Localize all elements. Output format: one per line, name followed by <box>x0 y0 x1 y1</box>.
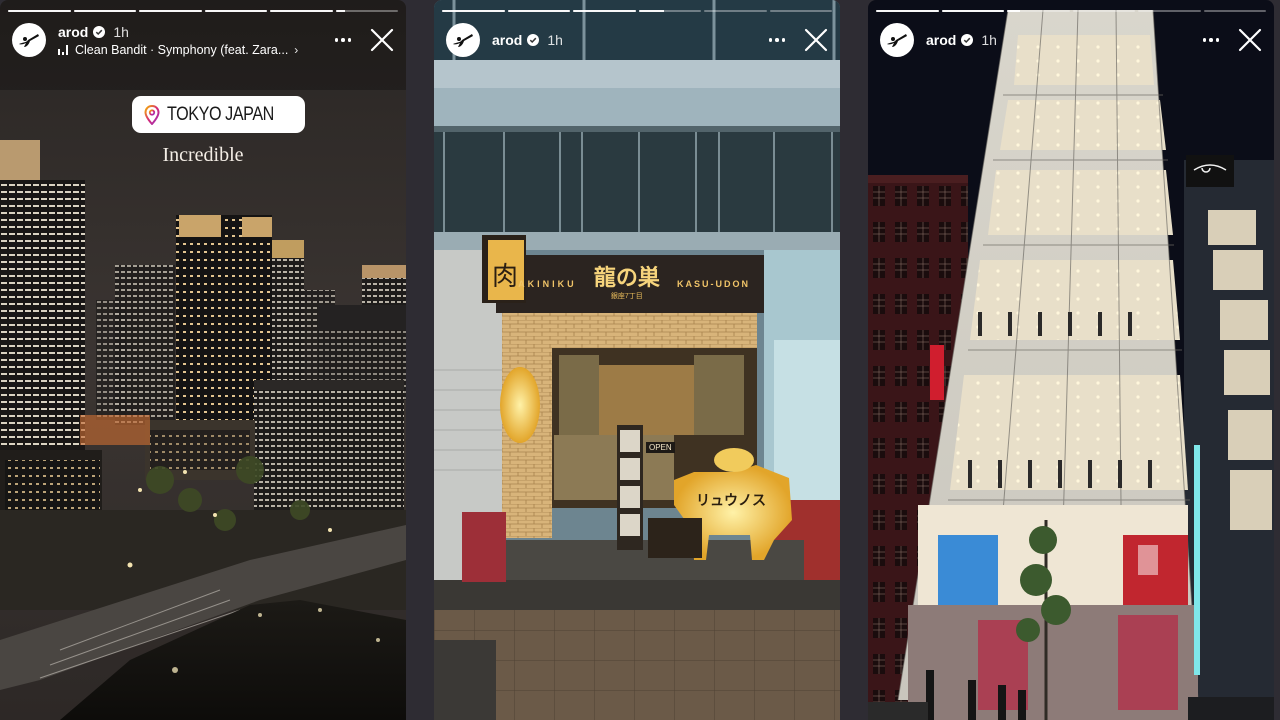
progress-fill <box>335 10 345 12</box>
story-panel-3[interactable]: arod 1h <box>868 0 1274 720</box>
location-sticker[interactable]: TOKYO JAPAN <box>132 96 305 133</box>
progress-segment <box>769 10 832 12</box>
story-panel-2[interactable]: YAKINIKU 龍の巣 銀座7丁目 KASU-UDON 肉 OPEN リュウノ… <box>434 0 840 720</box>
progress-fill <box>638 10 664 12</box>
progress-fill <box>8 10 71 12</box>
story-progress-bar <box>876 10 1266 13</box>
story-panel-1[interactable]: arod 1h Clean Bandit · Symphony (feat. Z… <box>0 0 406 720</box>
sign-text-location: 銀座7丁目 <box>610 293 643 300</box>
progress-segment <box>335 10 398 12</box>
verified-badge-icon <box>93 25 106 38</box>
username[interactable]: arod <box>492 32 522 48</box>
progress-segment <box>941 10 1004 12</box>
post-time: 1h <box>981 32 997 48</box>
avatar[interactable] <box>12 23 46 57</box>
progress-fill <box>941 10 1004 12</box>
progress-fill <box>507 10 570 12</box>
progress-segment <box>8 10 71 12</box>
progress-segment <box>507 10 570 12</box>
story-progress-bar <box>442 10 832 13</box>
progress-fill <box>442 10 505 12</box>
progress-fill <box>573 10 636 12</box>
progress-segment <box>573 10 636 12</box>
progress-fill <box>139 10 202 12</box>
progress-fill <box>204 10 267 12</box>
progress-fill <box>270 10 333 12</box>
close-icon[interactable] <box>804 28 828 52</box>
more-options-button[interactable] <box>330 30 356 50</box>
progress-segment <box>1138 10 1201 12</box>
open-sign: OPEN <box>646 442 675 453</box>
story-photo-ginza-building <box>868 0 1274 720</box>
progress-segment <box>1007 10 1070 12</box>
restaurant-sign: YAKINIKU 龍の巣 銀座7丁目 KASU-UDON <box>496 255 764 313</box>
avatar[interactable] <box>446 23 480 57</box>
sign-text-kasu-udon: KASU-UDON <box>676 279 750 289</box>
close-icon[interactable] <box>370 28 394 52</box>
martial-arts-kick-logo-icon <box>887 34 907 47</box>
verified-badge-icon <box>527 34 540 46</box>
story-photo-restaurant-storefront <box>434 0 840 720</box>
equalizer-icon <box>58 44 68 55</box>
music-attribution[interactable]: Clean Bandit · Symphony (feat. Zara... › <box>58 43 330 57</box>
username[interactable]: arod <box>58 24 88 40</box>
progress-segment <box>139 10 202 12</box>
story-header: arod 1h <box>880 20 1262 60</box>
story-progress-bar <box>8 10 398 13</box>
close-icon[interactable] <box>1238 28 1262 52</box>
story-header: arod 1h Clean Bandit · Symphony (feat. Z… <box>12 20 394 60</box>
more-options-button[interactable] <box>1198 30 1224 50</box>
username[interactable]: arod <box>926 32 956 48</box>
progress-segment <box>1203 10 1266 12</box>
progress-segment <box>1072 10 1135 12</box>
location-pin-icon <box>144 104 160 125</box>
post-time: 1h <box>113 23 129 40</box>
avatar[interactable] <box>880 23 914 57</box>
story-header: arod 1h <box>446 20 828 60</box>
sign-side-box-text: 肉 <box>492 262 519 292</box>
progress-fill <box>1007 10 1020 12</box>
progress-segment <box>704 10 767 12</box>
progress-segment <box>204 10 267 12</box>
more-options-button[interactable] <box>764 30 790 50</box>
progress-segment <box>442 10 505 12</box>
sign-text-yakiniku: YAKINIKU <box>510 279 577 289</box>
post-time: 1h <box>547 32 563 48</box>
story-caption: Incredible <box>162 144 244 166</box>
martial-arts-kick-logo-icon <box>19 34 39 47</box>
location-name: TOKYO JAPAN <box>167 103 274 125</box>
progress-segment <box>73 10 136 12</box>
progress-segment <box>876 10 939 12</box>
chevron-right-icon: › <box>294 42 299 57</box>
martial-arts-kick-logo-icon <box>453 34 473 47</box>
progress-fill <box>876 10 939 12</box>
cow-sign-text: リュウノス <box>696 493 766 509</box>
verified-badge-icon <box>961 34 974 46</box>
progress-segment <box>270 10 333 12</box>
sign-text-restaurant-name: 龍の巣 <box>593 266 660 291</box>
progress-segment <box>638 10 701 12</box>
progress-fill <box>73 10 136 12</box>
song-title: Clean Bandit · Symphony (feat. Zara... <box>75 42 289 57</box>
